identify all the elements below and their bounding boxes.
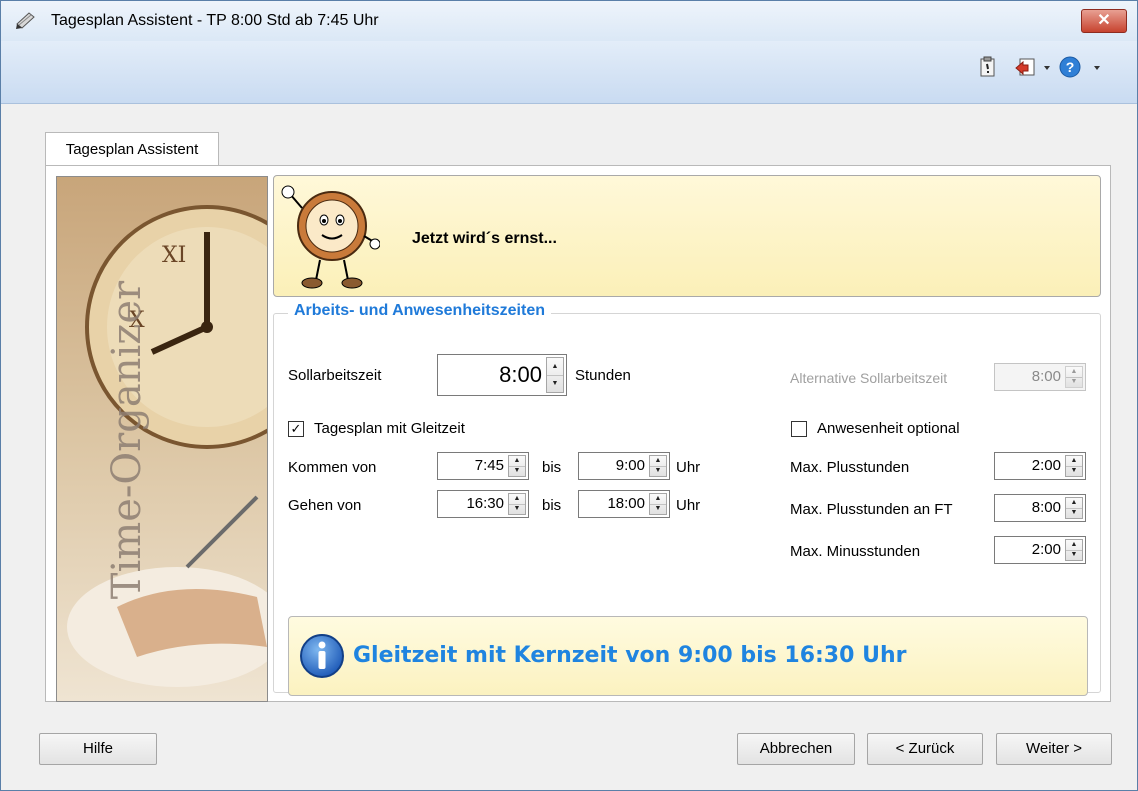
content-area: Tagesplan Assistent XI X Time-Organizer … bbox=[1, 104, 1137, 790]
work-times-group: Arbeits- und Anwesenheitszeiten Sollarbe… bbox=[273, 302, 1101, 696]
max-plusstunden-ft-label: Max. Plusstunden an FT bbox=[790, 501, 953, 518]
spinner-down-icon[interactable]: ▼ bbox=[1066, 508, 1082, 518]
sollarbeitszeit-spinner[interactable]: 8:00 ▲ ▼ bbox=[437, 354, 567, 396]
help-icon[interactable]: ? bbox=[1059, 56, 1081, 78]
spinner-arrows[interactable]: ▲ ▼ bbox=[1065, 455, 1083, 477]
spinner-down-icon[interactable]: ▼ bbox=[1066, 466, 1082, 476]
max-plusstunden-label: Max. Plusstunden bbox=[790, 459, 910, 476]
toolbar: ? bbox=[1, 41, 1137, 104]
info-box: Gleitzeit mit Kernzeit von 9:00 bis 16:3… bbox=[288, 616, 1088, 696]
kommen-label: Kommen von bbox=[288, 459, 377, 476]
spinner-up-icon[interactable]: ▲ bbox=[547, 358, 563, 376]
anwesenheit-checkbox[interactable] bbox=[791, 421, 807, 437]
dialog-window: Tagesplan Assistent - TP 8:00 Std ab 7:4… bbox=[0, 0, 1138, 791]
spinner-down-icon: ▼ bbox=[1070, 378, 1078, 385]
spinner-arrows[interactable]: ▲ ▼ bbox=[1065, 497, 1083, 519]
alternative-value: 8:00 bbox=[1031, 368, 1061, 385]
max-minusstunden-label: Max. Minusstunden bbox=[790, 543, 921, 560]
gleitzeit-checkbox[interactable]: ✓ bbox=[288, 421, 304, 437]
kommen-bis-label: bis bbox=[542, 459, 562, 476]
alternative-sollarbeitszeit-label: Alternative Sollarbeitszeit bbox=[790, 370, 948, 386]
clock-image: XI X bbox=[57, 177, 267, 701]
kommen-from-value: 7:45 bbox=[474, 457, 504, 474]
alternative-sollarbeitszeit-spinner: 8:00 ▲ ▼ bbox=[994, 363, 1086, 391]
clock-mascot-icon bbox=[281, 185, 380, 289]
next-button[interactable]: Weiter > bbox=[996, 733, 1112, 765]
window-title: Tagesplan Assistent - TP 8:00 Std ab 7:4… bbox=[51, 12, 379, 29]
stunden-label: Stunden bbox=[575, 367, 631, 384]
kommen-to-spinner[interactable]: 9:00 ▲ ▼ bbox=[578, 452, 670, 480]
gehen-to-spinner[interactable]: 18:00 ▲ ▼ bbox=[578, 490, 670, 518]
sollarbeitszeit-label: Sollarbeitszeit bbox=[288, 367, 382, 384]
cancel-button[interactable]: Abbrechen bbox=[737, 733, 855, 765]
spinner-arrows[interactable]: ▲ ▼ bbox=[649, 493, 667, 515]
kommen-uhr-label: Uhr bbox=[676, 459, 701, 476]
gehen-bis-label: bis bbox=[542, 497, 562, 514]
anwesenheit-label: Anwesenheit optional bbox=[817, 420, 960, 437]
gehen-uhr-label: Uhr bbox=[676, 497, 701, 514]
gleitzeit-label: Tagesplan mit Gleitzeit bbox=[314, 420, 465, 437]
title-bar: Tagesplan Assistent - TP 8:00 Std ab 7:4… bbox=[1, 1, 1137, 41]
spinner-arrows[interactable]: ▲ ▼ bbox=[1065, 539, 1083, 561]
max-plusstunden-ft-value: 8:00 bbox=[1031, 499, 1061, 516]
spinner-arrows[interactable]: ▲ ▼ bbox=[649, 455, 667, 477]
max-plusstunden-spinner[interactable]: 2:00 ▲ ▼ bbox=[994, 452, 1086, 480]
dropdown-arrow-icon[interactable] bbox=[1043, 65, 1051, 71]
banner-text: Jetzt wird´s ernst... bbox=[412, 230, 557, 247]
close-button[interactable]: ✕ bbox=[1081, 9, 1127, 33]
max-minusstunden-spinner[interactable]: 2:00 ▲ ▼ bbox=[994, 536, 1086, 564]
max-minusstunden-value: 2:00 bbox=[1031, 541, 1061, 558]
spinner-down-icon[interactable]: ▼ bbox=[650, 504, 666, 514]
spinner-arrows[interactable]: ▲ ▼ bbox=[508, 493, 526, 515]
side-image: XI X Time-Organizer bbox=[56, 176, 268, 702]
svg-text:?: ? bbox=[1066, 59, 1075, 75]
back-button[interactable]: < Zurück bbox=[867, 733, 983, 765]
gehen-label: Gehen von bbox=[288, 497, 362, 514]
kommen-to-value: 9:00 bbox=[615, 457, 645, 474]
spinner-down-icon[interactable]: ▼ bbox=[650, 466, 666, 476]
tab-tagesplan-assistent[interactable]: Tagesplan Assistent bbox=[45, 132, 219, 167]
info-icon bbox=[300, 634, 344, 678]
gehen-to-value: 18:00 bbox=[607, 495, 645, 512]
gehen-from-value: 16:30 bbox=[466, 495, 504, 512]
group-title: Arbeits- und Anwesenheitszeiten bbox=[288, 302, 551, 320]
pencil-icon bbox=[16, 12, 35, 29]
exit-icon[interactable] bbox=[1015, 56, 1037, 78]
tab-panel: XI X Time-Organizer Jetzt wird´s ernst..… bbox=[45, 165, 1111, 702]
max-plusstunden-ft-spinner[interactable]: 8:00 ▲ ▼ bbox=[994, 494, 1086, 522]
gehen-from-spinner[interactable]: 16:30 ▲ ▼ bbox=[437, 490, 529, 518]
max-plusstunden-value: 2:00 bbox=[1031, 457, 1061, 474]
spinner-arrows[interactable]: ▲ ▼ bbox=[546, 357, 564, 393]
spinner-down-icon[interactable]: ▼ bbox=[1066, 550, 1082, 560]
spinner-down-icon[interactable]: ▼ bbox=[547, 375, 563, 392]
spinner-down-icon[interactable]: ▼ bbox=[509, 466, 525, 476]
sollarbeitszeit-value: 8:00 bbox=[499, 362, 542, 387]
dropdown-arrow-icon[interactable] bbox=[1093, 65, 1101, 71]
spinner-arrows: ▲ ▼ bbox=[1065, 366, 1083, 388]
svg-text:XI: XI bbox=[162, 243, 186, 268]
time-organizer-watermark: Time-Organizer bbox=[104, 280, 150, 600]
clipboard-icon[interactable] bbox=[979, 56, 997, 78]
kommen-from-spinner[interactable]: 7:45 ▲ ▼ bbox=[437, 452, 529, 480]
spinner-arrows[interactable]: ▲ ▼ bbox=[508, 455, 526, 477]
header-banner: Jetzt wird´s ernst... bbox=[273, 175, 1101, 297]
spinner-down-icon[interactable]: ▼ bbox=[509, 504, 525, 514]
info-text: Gleitzeit mit Kernzeit von 9:00 bis 16:3… bbox=[353, 643, 907, 668]
help-button[interactable]: Hilfe bbox=[39, 733, 157, 765]
